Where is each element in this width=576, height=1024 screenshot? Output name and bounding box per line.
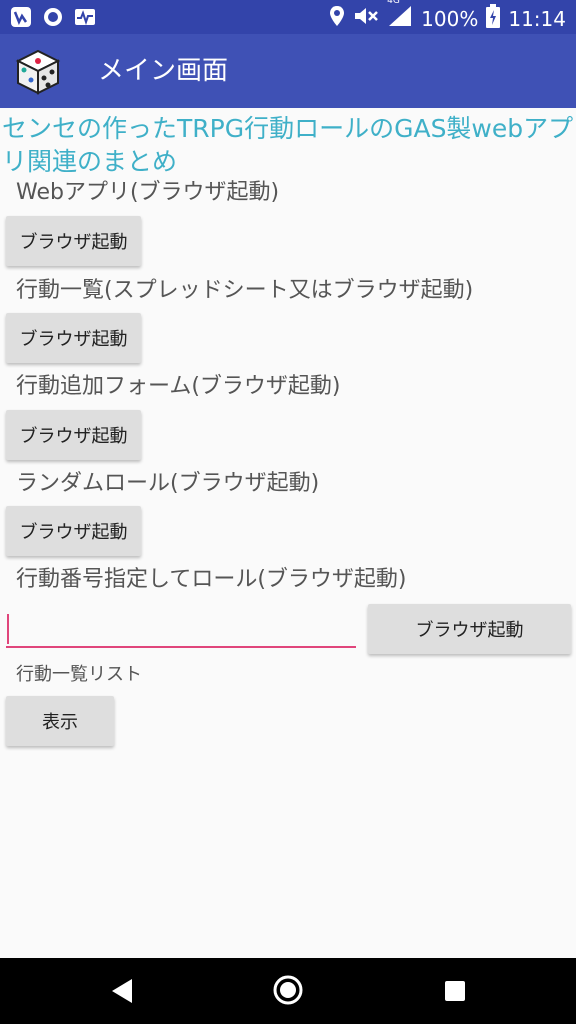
action-list-launch-button[interactable]: ブラウザ起動 xyxy=(6,313,141,363)
show-list-button[interactable]: 表示 xyxy=(6,696,114,746)
mute-icon xyxy=(353,5,379,33)
app-bar: メイン画面 xyxy=(0,34,576,108)
clock: 11:14 xyxy=(508,7,566,31)
action-list-list-label: 行動一覧リスト xyxy=(16,664,142,685)
action-list-label: 行動一覧(スプレッドシート又はブラウザ起動) xyxy=(16,278,474,303)
activity-icon xyxy=(74,6,96,28)
navigation-bar xyxy=(0,958,576,1024)
record-icon xyxy=(42,6,64,28)
number-roll-label: 行動番号指定してロール(ブラウザ起動) xyxy=(16,567,407,592)
dice-icon xyxy=(14,48,62,96)
number-roll-launch-button[interactable]: ブラウザ起動 xyxy=(368,604,571,654)
text-cursor xyxy=(7,614,9,644)
action-number-input[interactable] xyxy=(6,606,356,648)
screen-title: メイン画面 xyxy=(98,56,229,86)
home-icon[interactable] xyxy=(272,974,304,1006)
status-bar: 4G 100% 11:14 xyxy=(0,0,576,34)
location-icon xyxy=(329,5,345,33)
webapp-label: Webアプリ(ブラウザ起動) xyxy=(16,180,280,205)
random-roll-launch-button[interactable]: ブラウザ起動 xyxy=(6,506,141,556)
app-notification-icon xyxy=(10,6,32,28)
recents-icon[interactable] xyxy=(444,980,466,1002)
webapp-launch-button[interactable]: ブラウザ起動 xyxy=(6,216,141,266)
signal-icon: 4G xyxy=(387,0,413,34)
battery-icon xyxy=(486,4,501,34)
battery-percent: 100% xyxy=(421,7,479,31)
network-type: 4G xyxy=(387,0,400,6)
page-headline: センセの作ったTRPG行動ロールのGAS製webアプリ関連のまとめ xyxy=(2,114,574,176)
add-action-form-label: 行動追加フォーム(ブラウザ起動) xyxy=(16,374,341,399)
random-roll-label: ランダムロール(ブラウザ起動) xyxy=(16,471,320,496)
back-icon[interactable] xyxy=(108,976,138,1006)
add-action-form-launch-button[interactable]: ブラウザ起動 xyxy=(6,410,141,460)
